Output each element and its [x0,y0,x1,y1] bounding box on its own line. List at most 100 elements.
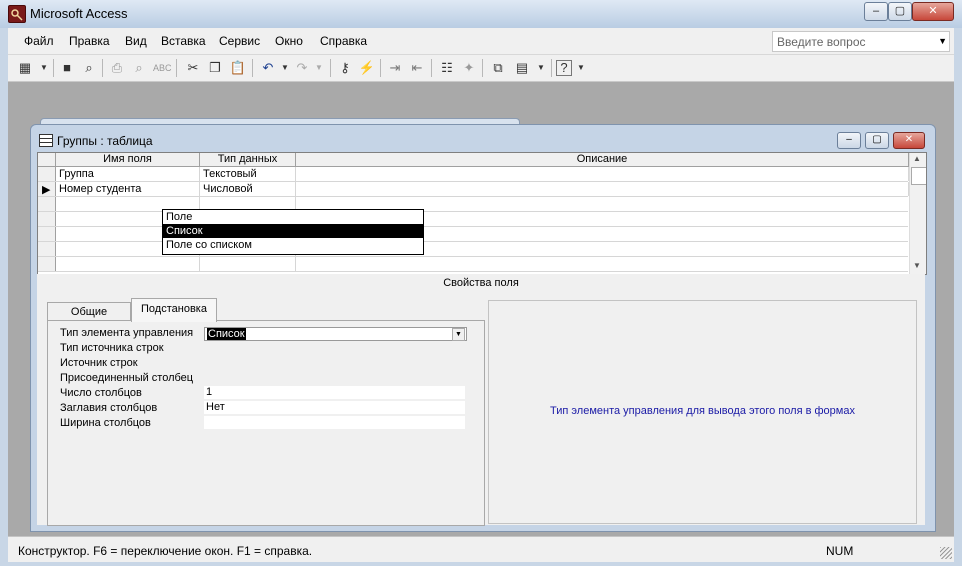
field-name-cell[interactable]: Группа [56,167,200,181]
row-selector[interactable] [38,242,56,256]
menu-edit[interactable]: Правка [69,34,110,48]
properties-icon[interactable]: ☷ [438,59,456,77]
restore-icon: ▢ [872,134,882,145]
grid-corner [38,153,56,167]
data-type-cell[interactable]: Текстовый [200,167,296,181]
menu-window[interactable]: Окно [275,34,303,48]
toolbar-separator [431,59,432,77]
column-heads-field[interactable]: Нет [204,401,465,414]
minimize-icon: – [872,5,880,17]
menu-help[interactable]: Справка [320,34,367,48]
grid-row[interactable] [38,257,908,272]
row-selector[interactable] [38,167,56,181]
dropdown-option-selected[interactable]: Список [163,224,423,238]
child-minimize-button[interactable]: – [837,132,861,149]
toolbar-separator [330,59,331,77]
minimize-button[interactable]: – [864,2,888,21]
toolbar-separator [102,59,103,77]
property-description: Тип элемента управления для вывода этого… [550,405,855,417]
primary-key-icon[interactable]: ⚷ [336,59,354,77]
toolbar-separator [252,59,253,77]
description-cell[interactable] [296,182,909,196]
indexes-icon[interactable]: ⚡ [358,59,376,77]
chevron-down-icon[interactable]: ▼ [572,59,590,77]
grid-row[interactable]: ▶ Номер студента Числовой [38,182,909,197]
row-selector[interactable] [38,227,56,241]
redo-icon[interactable]: ↷ [293,59,311,77]
tab-lookup[interactable]: Подстановка [131,298,217,322]
menu-tools[interactable]: Сервис [219,34,260,48]
chevron-down-icon[interactable]: ▼ [452,328,465,341]
database-window-icon[interactable]: ⧉ [489,59,507,77]
field-name-cell[interactable] [56,257,200,271]
property-label: Тип источника строк [60,342,164,354]
scroll-down-icon[interactable]: ▼ [913,261,921,270]
print-icon[interactable]: ⎙ [108,59,126,77]
close-button[interactable]: ✕ [912,2,954,21]
description-cell[interactable] [296,167,909,181]
field-name-cell[interactable]: Номер студента [56,182,200,196]
resize-grip-icon[interactable] [940,547,952,559]
toolbar-separator [482,59,483,77]
toolbar-separator [380,59,381,77]
view-icon[interactable]: ▦ [16,59,34,77]
close-icon: ✕ [928,5,938,17]
grid-scrollbar[interactable]: ▲ ▼ [909,153,926,274]
save-icon[interactable]: ■ [58,59,76,77]
display-control-field[interactable]: Список ▼ [204,327,467,341]
table-icon [39,134,53,147]
status-text: Конструктор. F6 = переключение окон. F1 … [18,544,313,558]
menu-insert[interactable]: Вставка [161,34,206,48]
column-widths-field[interactable] [204,416,465,429]
child-restore-button[interactable]: ▢ [865,132,889,149]
cut-icon[interactable]: ✂ [184,59,202,77]
scroll-thumb[interactable] [911,167,926,185]
insert-rows-icon[interactable]: ⇥ [386,59,404,77]
title-bar[interactable]: Microsoft Access – ▢ ✕ [0,0,962,28]
chevron-down-icon[interactable]: ▼ [310,59,328,77]
help-question-box[interactable]: Введите вопрос ▼ [772,31,950,52]
undo-icon[interactable]: ↶ [259,59,277,77]
data-type-cell[interactable]: Числовой [200,182,296,196]
scroll-up-icon[interactable]: ▲ [913,154,921,163]
build-icon[interactable]: ✦ [460,59,478,77]
print-preview-icon[interactable]: ⌕ [130,59,148,77]
new-object-icon[interactable]: ▤ [513,59,531,77]
search-icon[interactable]: ⌕ [80,59,98,77]
column-count-field[interactable]: 1 [204,386,465,399]
menu-view[interactable]: Вид [125,34,147,48]
child-close-button[interactable]: ✕ [893,132,925,149]
access-window: Microsoft Access – ▢ ✕ Файл Правка Вид В… [0,0,962,566]
chevron-down-icon[interactable]: ▼ [35,59,53,77]
toolbar: ▦ ▼ ■ ⌕ ⎙ ⌕ ABC ✂ ❐ 📋 ↶ ▼ ↷ ▼ ⚷ ⚡ ⇥ ⇤ ☷ … [8,55,954,82]
help-icon[interactable]: ? [556,60,572,76]
row-selector[interactable] [38,212,56,226]
grid-row[interactable]: Группа Текстовый [38,167,909,182]
child-window-title: Группы : таблица [57,134,153,148]
paste-icon[interactable]: 📋 [229,59,247,77]
spelling-icon[interactable]: ABC [153,59,172,77]
restore-button[interactable]: ▢ [888,2,912,21]
chevron-down-icon[interactable]: ▼ [938,36,947,46]
property-description-panel: Тип элемента управления для вывода этого… [488,300,917,524]
row-selector[interactable]: ▶ [38,182,56,196]
help-question-placeholder: Введите вопрос [777,35,866,49]
lookup-tab-panel: Тип элемента управления Список ▼ Тип ист… [47,320,485,526]
dropdown-option[interactable]: Поле со списком [163,238,423,252]
copy-icon[interactable]: ❐ [206,59,224,77]
row-selector[interactable] [38,197,56,211]
delete-rows-icon[interactable]: ⇤ [408,59,426,77]
data-type-cell[interactable] [200,257,296,271]
row-selector[interactable] [38,257,56,271]
chevron-down-icon[interactable]: ▼ [532,59,550,77]
menu-file[interactable]: Файл [24,34,54,48]
dropdown-option[interactable]: Поле [163,210,423,224]
current-row-icon: ▶ [42,184,51,196]
field-properties-area: Общие Подстановка Тип элемента управлени… [37,292,925,526]
property-label: Источник строк [60,357,138,369]
toolbar-separator [176,59,177,77]
status-bar: Конструктор. F6 = переключение окон. F1 … [8,536,954,562]
chevron-down-icon[interactable]: ▼ [276,59,294,77]
property-label: Заглавия столбцов [60,402,158,414]
tab-general[interactable]: Общие [47,302,131,321]
